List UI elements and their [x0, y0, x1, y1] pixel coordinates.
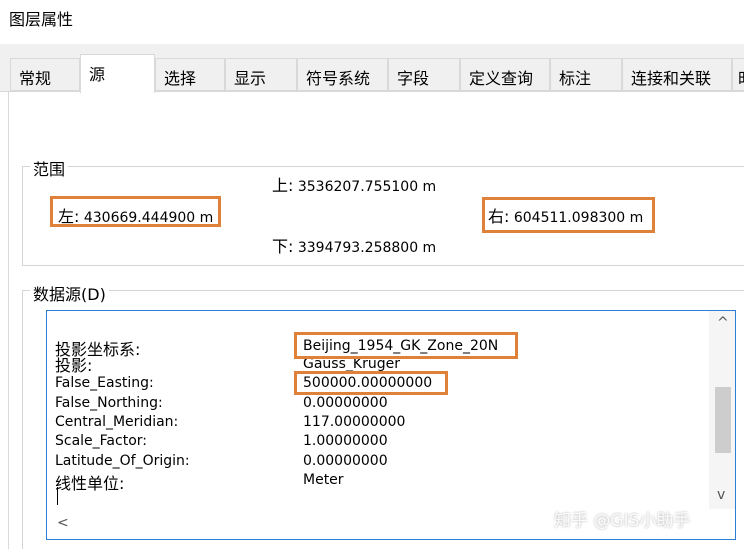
prop-name-latitude-of-origin: Latitude_Of_Origin:	[55, 453, 190, 469]
extent-group-label: 范围	[30, 156, 69, 180]
prop-name-projection: 投影:	[55, 356, 93, 375]
prop-value-latitude-of-origin: 0.00000000	[303, 453, 388, 469]
dialog-title: 图层属性	[9, 10, 74, 29]
extent-bottom-value: 3394793.258800 m	[297, 240, 437, 256]
tab-selection-label: 选择	[164, 69, 197, 88]
projected-cs-highlight	[294, 332, 518, 359]
tab-symbology[interactable]: 符号系统	[297, 58, 388, 91]
tab-fields-label: 字段	[397, 69, 430, 88]
extent-left-highlight	[50, 196, 221, 227]
tab-symbology-label: 符号系统	[306, 69, 371, 88]
watermark: 知乎 @GIS小助手	[554, 511, 691, 531]
tab-time[interactable]: 时	[732, 58, 744, 91]
vertical-scroll-thumb[interactable]	[715, 387, 731, 453]
prop-name-central-meridian: Central_Meridian:	[55, 414, 179, 430]
prop-name-scale-factor: Scale_Factor:	[55, 433, 147, 449]
vertical-scrollbar[interactable]: ^ v	[709, 311, 735, 509]
scroll-down-icon[interactable]: v	[717, 487, 725, 503]
tab-display[interactable]: 显示	[225, 58, 297, 91]
extent-bottom: 下: 3394793.258800 m	[272, 233, 436, 257]
extent-bottom-label: 下:	[272, 237, 294, 256]
tab-definition-query[interactable]: 定义查询	[460, 58, 550, 91]
tab-display-label: 显示	[234, 69, 267, 88]
prop-value-false-northing: 0.00000000	[303, 395, 388, 411]
tab-selection[interactable]: 选择	[155, 58, 225, 91]
prop-name-false-easting: False_Easting:	[55, 375, 154, 391]
extent-right-highlight	[482, 197, 655, 233]
prop-name-linear-unit: 线性单位:	[55, 474, 125, 493]
dialog-titlebar: 图层属性	[0, 0, 744, 44]
text-caret	[57, 487, 58, 505]
tab-fields[interactable]: 字段	[388, 58, 460, 91]
prop-name-false-northing: False_Northing:	[55, 395, 163, 411]
tab-source[interactable]: 源	[80, 54, 155, 93]
scroll-left-icon[interactable]: <	[57, 515, 69, 531]
scroll-up-icon[interactable]: ^	[717, 315, 729, 331]
datasource-group-label: 数据源(D)	[30, 281, 109, 305]
tab-general-label: 常规	[19, 69, 52, 88]
extent-top-label: 上:	[272, 176, 294, 195]
tab-joins-relates[interactable]: 连接和关联	[622, 58, 732, 91]
tab-general[interactable]: 常规	[10, 58, 80, 91]
tab-joins-relates-label: 连接和关联	[631, 69, 712, 88]
tab-source-label: 源	[89, 65, 106, 84]
extent-top-value: 3536207.755100 m	[297, 179, 437, 195]
prop-value-central-meridian: 117.00000000	[303, 414, 406, 430]
tab-time-label: 时	[738, 69, 744, 88]
extent-top: 上: 3536207.755100 m	[272, 172, 436, 196]
tab-labels-label: 标注	[559, 69, 592, 88]
prop-value-scale-factor: 1.00000000	[303, 433, 388, 449]
tab-definition-query-label: 定义查询	[469, 69, 534, 88]
tab-labels[interactable]: 标注	[550, 58, 622, 91]
false-easting-highlight	[294, 371, 448, 395]
prop-value-linear-unit: Meter	[303, 472, 344, 488]
